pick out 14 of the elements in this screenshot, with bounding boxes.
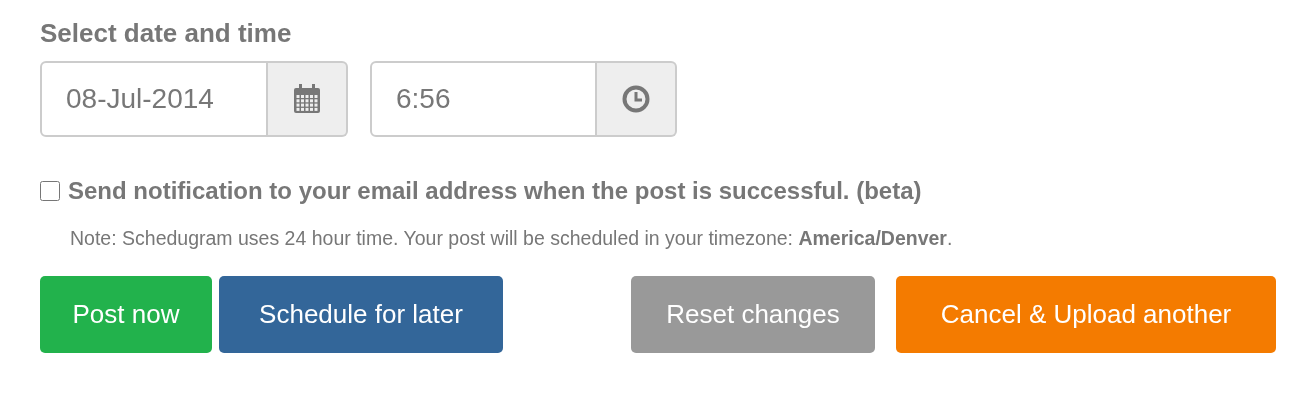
- cancel-button[interactable]: Cancel & Upload another: [896, 276, 1276, 353]
- note-text: Note: Schedugram uses 24 hour time. Your post will be scheduled in your timezone: America/Denver.: [70, 227, 954, 250]
- post-now-button[interactable]: Post now: [40, 276, 212, 353]
- clock-button[interactable]: [597, 61, 677, 137]
- checkbox[interactable]: [40, 181, 60, 201]
- reset-button[interactable]: Reset changes: [631, 276, 875, 353]
- calendar-icon: [293, 84, 321, 114]
- checkbox-label: Send notification to your email address when the post is successful. (beta): [68, 177, 922, 205]
- calendar-button[interactable]: [268, 61, 348, 137]
- clock-icon: [622, 85, 650, 113]
- date-field[interactable]: 08-Jul-2014: [40, 61, 268, 137]
- section-heading: Select date and time: [40, 18, 293, 49]
- time-field[interactable]: 6:56: [370, 61, 597, 137]
- schedule-button[interactable]: Schedule for later: [219, 276, 503, 353]
